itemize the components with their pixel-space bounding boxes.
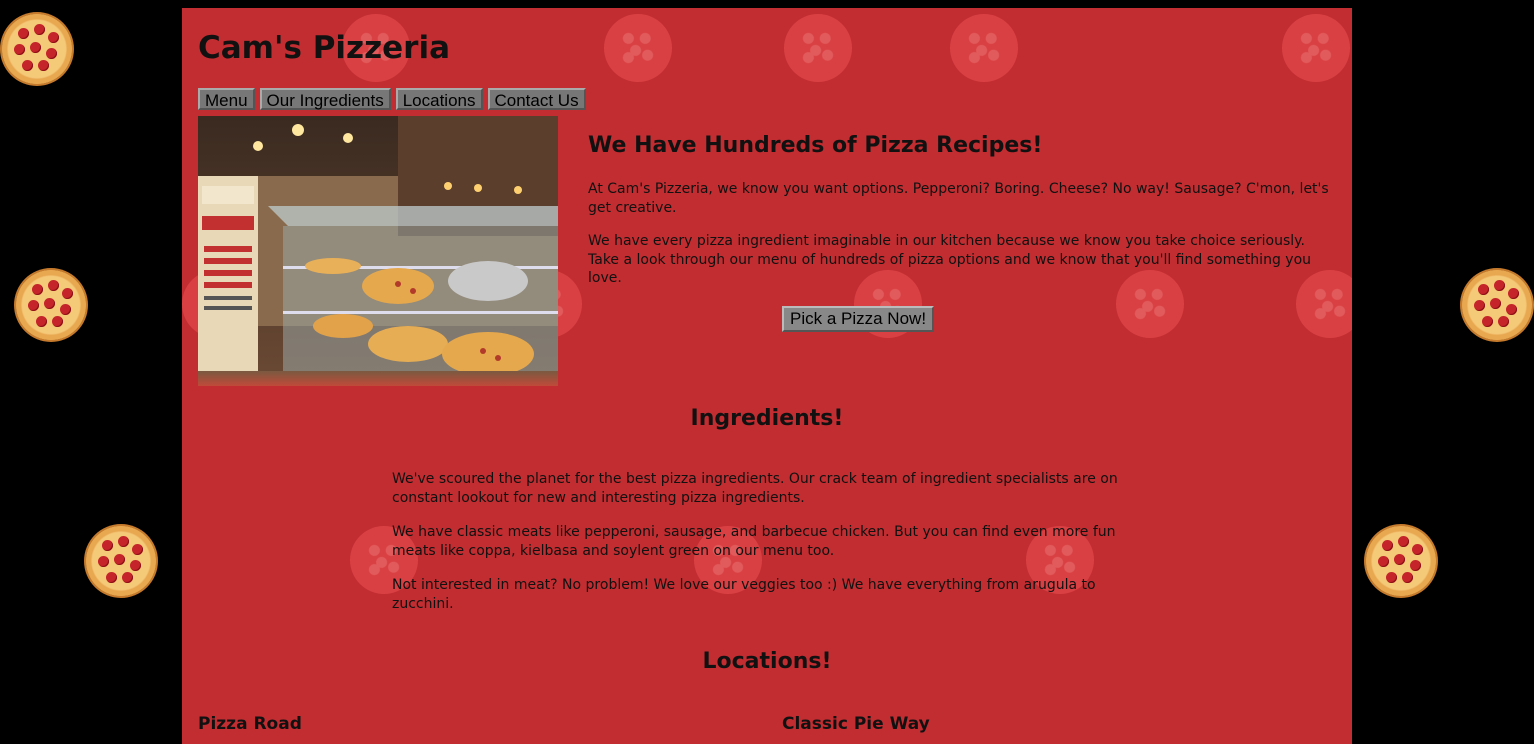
hero-paragraph: We have every pizza ingredient imaginabl… [588,233,1312,286]
background-pizza-icon [16,270,86,340]
background-pizza-icon [86,526,156,596]
background-pizza-icon [1366,526,1436,596]
background-pizza-icon [950,14,1018,82]
ingredients-heading: Ingredients! [690,406,844,431]
ingredients-text-block: We've scoured the planet for the best pi… [392,470,1142,629]
location-name: Classic Pie Way [782,714,930,734]
nav-contact-us-button[interactable]: Contact Us [487,88,586,110]
ingredients-paragraph: We have classic meats like pepperoni, sa… [392,524,1116,559]
background-pizza-icon [1462,270,1532,340]
ingredients-paragraph: We've scoured the planet for the best pi… [392,471,1118,506]
background-pizza-icon [1282,14,1350,82]
location-name: Pizza Road [198,714,302,734]
nav-locations-button[interactable]: Locations [395,88,483,110]
background-pizza-icon [604,14,672,82]
pizzeria-interior-image [198,116,558,386]
site-title: Cam's Pizzeria [198,30,450,66]
locations-heading: Locations! [702,649,832,674]
hero-paragraph: At Cam's Pizzeria, we know you want opti… [588,181,1329,216]
ingredients-paragraph: Not interested in meat? No problem! We l… [392,577,1096,612]
nav-our-ingredients-button[interactable]: Our Ingredients [259,88,391,110]
page-container: Cam's Pizzeria Menu Our Ingredients Loca… [182,8,1352,744]
hero-text-block: We Have Hundreds of Pizza Recipes! At Ca… [588,133,1336,303]
pick-a-pizza-button[interactable]: Pick a Pizza Now! [782,306,935,332]
background-pizza-icon [784,14,852,82]
nav-menu-button[interactable]: Menu [198,88,255,110]
main-nav: Menu Our Ingredients Locations Contact U… [198,88,586,110]
background-pizza-icon [2,14,72,84]
hero-heading: We Have Hundreds of Pizza Recipes! [588,133,1043,158]
